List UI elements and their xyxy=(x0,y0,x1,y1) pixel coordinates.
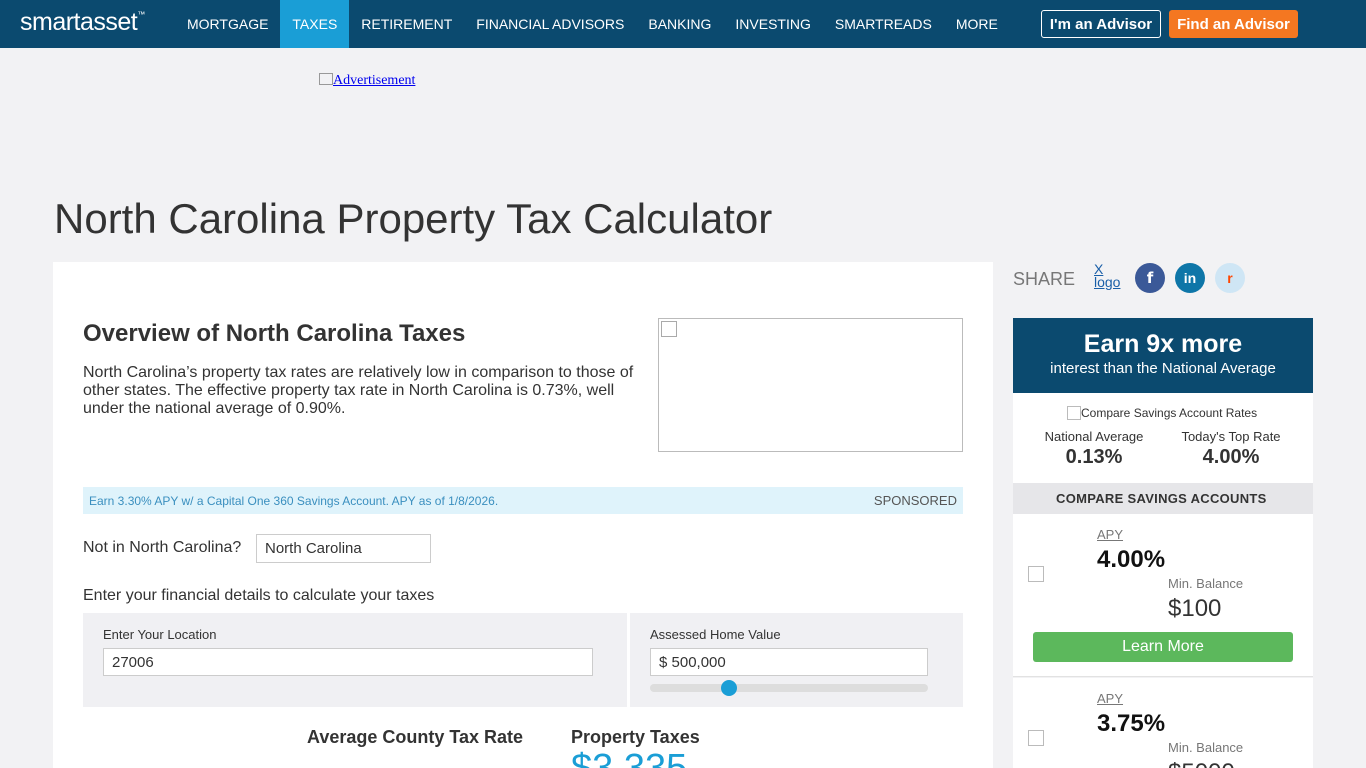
state-select[interactable]: North Carolina xyxy=(256,534,431,563)
im-an-advisor-button[interactable]: I'm an Advisor xyxy=(1041,10,1161,38)
county-rate-label: Average County Tax Rate xyxy=(307,727,524,747)
location-label: Enter Your Location xyxy=(103,627,217,642)
apy-value: 3.75% xyxy=(1097,710,1166,737)
home-value-label: Assessed Home Value xyxy=(650,627,781,642)
savings-offer: APY 4.00% Min. Balance $100 Learn More xyxy=(1013,514,1313,677)
learn-more-button[interactable]: Learn More xyxy=(1033,632,1293,662)
logo-text: smartasset xyxy=(20,8,138,36)
nav-item-more-label: MORE xyxy=(955,16,998,32)
state-label: Not in North Carolina? xyxy=(83,539,242,556)
top-nav: smartasset™ MORTGAGE TAXES RETIREMENT FI… xyxy=(0,0,1366,48)
apy-value: 4.00% xyxy=(1097,546,1166,573)
compare-savings-toggle[interactable]: COMPARE SAVINGS ACCOUNTS xyxy=(1013,483,1313,514)
enter-details-label: Enter your financial details to calculat… xyxy=(83,587,435,604)
home-value-slider[interactable] xyxy=(650,680,928,696)
national-average-value: 0.13% xyxy=(1065,446,1123,468)
sponsored-text: Earn 3.30% APY w/ a Capital One 360 Savi… xyxy=(89,493,499,508)
nav-item-mortgage[interactable]: MORTGAGE xyxy=(175,0,280,48)
bank-logo-icon xyxy=(1028,566,1044,582)
overview-text: North Carolina’s property tax rates are … xyxy=(83,364,634,417)
compare-rates-alt: Compare Savings Account Rates xyxy=(1081,406,1258,420)
advertisement-link[interactable]: Advertisement xyxy=(319,73,415,89)
nav-item-retirement[interactable]: RETIREMENT xyxy=(349,0,464,48)
facebook-share-icon[interactable]: f xyxy=(1135,263,1165,293)
logo-tm: ™ xyxy=(137,10,145,19)
linkedin-share-icon[interactable]: in xyxy=(1175,263,1205,293)
min-balance-label: Min. Balance xyxy=(1168,576,1244,591)
top-rate-label: Today's Top Rate xyxy=(1181,429,1281,444)
savings-offer: APY 3.75% Min. Balance $5000 xyxy=(1013,678,1313,768)
min-balance-label: Min. Balance xyxy=(1168,740,1244,755)
page-title: North Carolina Property Tax Calculator xyxy=(54,195,773,242)
share-label: SHARE xyxy=(1013,269,1076,289)
calculator-card: Overview of North Carolina Taxes North C… xyxy=(53,262,993,768)
find-an-advisor-button[interactable]: Find an Advisor xyxy=(1169,10,1298,38)
reddit-share-icon[interactable]: r xyxy=(1215,263,1245,293)
location-panel: Enter Your Location 27006 xyxy=(83,613,627,707)
broken-image-icon xyxy=(661,321,677,337)
top-rate-value: 4.00% xyxy=(1202,446,1260,468)
promo-title: Earn 9x more xyxy=(1083,330,1243,358)
promo-subtitle: interest than the National Average xyxy=(1050,360,1276,377)
smartasset-logo[interactable]: smartasset™ xyxy=(20,8,145,37)
location-input[interactable]: 27006 xyxy=(103,648,593,676)
national-average-label: National Average xyxy=(1044,429,1144,444)
nav-items: MORTGAGE TAXES RETIREMENT FINANCIAL ADVI… xyxy=(175,0,1046,48)
overview-image xyxy=(658,318,963,452)
slider-thumb[interactable] xyxy=(720,680,737,696)
bank-logo-icon xyxy=(1028,730,1044,746)
nav-item-more[interactable]: MORE xyxy=(944,0,1016,48)
apy-label[interactable]: APY xyxy=(1097,691,1123,706)
advertisement-label: Advertisement xyxy=(333,73,416,88)
compare-savings-title: COMPARE SAVINGS ACCOUNTS xyxy=(1056,491,1267,506)
nav-item-financial-advisors[interactable]: FINANCIAL ADVISORS xyxy=(464,0,636,48)
sponsored-tag: SPONSORED xyxy=(873,493,957,508)
x-share-icon[interactable]: X logo xyxy=(1094,262,1128,293)
top-rate: Today's Top Rate 4.00% xyxy=(1166,429,1296,469)
property-taxes-label: Property Taxes xyxy=(571,727,700,747)
nav-item-smartreads[interactable]: SMARTREADS xyxy=(823,0,944,48)
property-taxes-value: $3,335 xyxy=(571,747,688,768)
overview-title: Overview of North Carolina Taxes xyxy=(83,320,466,347)
sponsored-banner[interactable]: Earn 3.30% APY w/ a Capital One 360 Savi… xyxy=(83,487,963,514)
min-balance-value: $5000 xyxy=(1168,759,1235,768)
nav-item-banking[interactable]: BANKING xyxy=(636,0,723,48)
compare-rates-image: Compare Savings Account Rates xyxy=(1067,406,1257,420)
broken-image-icon xyxy=(319,73,333,85)
national-average: National Average 0.13% xyxy=(1029,429,1159,469)
apy-label[interactable]: APY xyxy=(1097,527,1123,542)
savings-promo-banner: Earn 9x more interest than the National … xyxy=(1013,318,1313,393)
home-value-panel: Assessed Home Value $ 500,000 xyxy=(630,613,963,707)
home-value-input[interactable]: $ 500,000 xyxy=(650,648,928,676)
rates-box: Compare Savings Account Rates National A… xyxy=(1013,393,1313,483)
nav-item-taxes[interactable]: TAXES xyxy=(280,0,350,48)
nav-item-investing[interactable]: INVESTING xyxy=(723,0,822,48)
min-balance-value: $100 xyxy=(1168,595,1222,622)
broken-image-icon xyxy=(1067,406,1081,420)
